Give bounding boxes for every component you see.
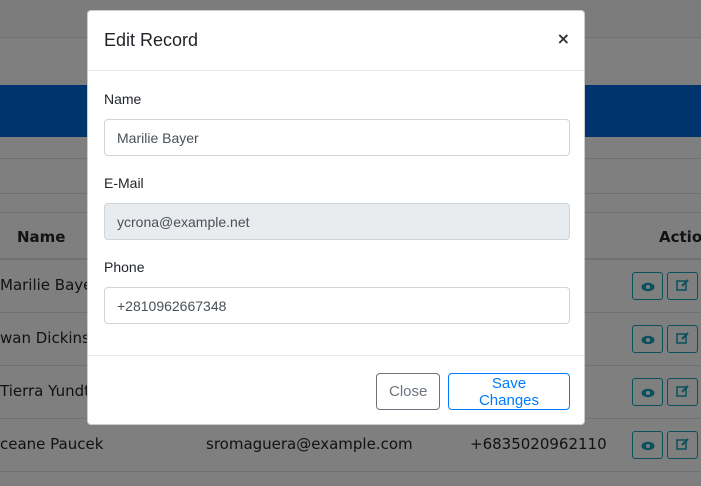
save-changes-button[interactable]: Save Changes bbox=[448, 373, 570, 410]
name-label: Name bbox=[104, 91, 142, 107]
email-field[interactable] bbox=[104, 203, 570, 240]
phone-label: Phone bbox=[104, 259, 145, 275]
close-icon[interactable]: × bbox=[557, 29, 570, 49]
email-label: E-Mail bbox=[104, 175, 144, 191]
modal-header: Edit Record × bbox=[88, 11, 584, 71]
close-button[interactable]: Close bbox=[376, 373, 440, 410]
name-field[interactable] bbox=[104, 119, 570, 156]
modal-title: Edit Record bbox=[104, 30, 199, 50]
edit-record-modal: Edit Record × Name E-Mail Phone Close Sa… bbox=[87, 10, 585, 425]
phone-field[interactable] bbox=[104, 287, 570, 324]
modal-footer: Close Save Changes bbox=[88, 355, 584, 424]
